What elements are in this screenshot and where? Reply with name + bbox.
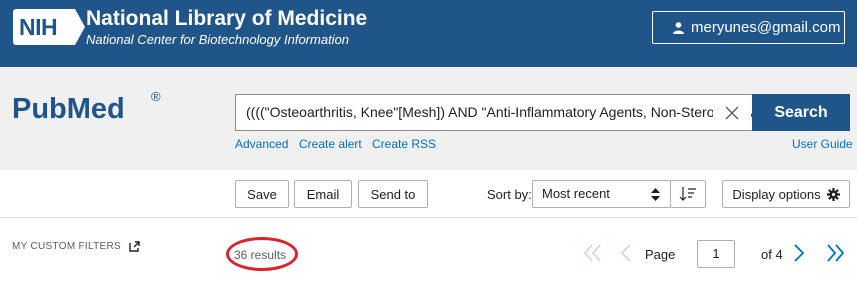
ncbi-subtitle: National Center for Biotechnology Inform… — [86, 32, 350, 47]
advanced-search-link[interactable]: Advanced — [235, 137, 288, 151]
sort-descending-icon — [679, 187, 696, 201]
clear-search-button[interactable] — [713, 95, 751, 130]
create-alert-link[interactable]: Create alert — [299, 137, 362, 151]
create-rss-link[interactable]: Create RSS — [372, 137, 436, 151]
close-icon — [725, 106, 739, 119]
search-button[interactable]: Search — [752, 94, 850, 131]
highlight-circle — [226, 237, 298, 271]
sort-by-label: Sort by: — [487, 187, 532, 202]
nih-logo-arrow — [75, 9, 85, 45]
display-options-label: Display options — [732, 186, 821, 202]
total-pages: of 4 — [761, 247, 783, 262]
search-input[interactable]: (((("Osteoarthritis, Knee"[Mesh]) AND "A… — [235, 94, 752, 131]
search-section: PubMed ® (((("Osteoarthritis, Knee"[Mesh… — [0, 67, 857, 170]
user-icon — [673, 21, 684, 34]
sort-order-button[interactable] — [670, 180, 706, 208]
sort-value: Most recent — [542, 186, 610, 201]
registered-mark: ® — [151, 89, 161, 104]
user-email: meryunes@gmail.com — [691, 19, 841, 36]
external-link-icon — [129, 241, 140, 252]
nlm-title[interactable]: National Library of Medicine — [86, 7, 367, 31]
email-button[interactable]: Email — [294, 180, 352, 208]
nih-logo-text: NIH — [19, 14, 58, 40]
results-toolbar: Save Email Send to Sort by: Most recent … — [0, 170, 857, 218]
page-label: Page — [645, 247, 676, 262]
gear-icon — [826, 187, 840, 201]
last-page-icon[interactable] — [826, 243, 844, 263]
page-number-input[interactable]: 1 — [697, 240, 735, 268]
send-to-button[interactable]: Send to — [358, 180, 428, 208]
sort-arrows-icon — [651, 188, 660, 201]
my-custom-filters[interactable]: MY CUSTOM FILTERS — [12, 241, 140, 252]
user-guide-link[interactable]: User Guide — [792, 137, 853, 151]
custom-filters-label: MY CUSTOM FILTERS — [12, 241, 122, 252]
first-page-icon[interactable] — [584, 243, 602, 263]
user-account-button[interactable]: meryunes@gmail.com — [652, 11, 845, 44]
nih-logo[interactable]: NIH — [13, 9, 75, 45]
nih-header: NIH National Library of Medicine Nationa… — [0, 0, 857, 67]
pubmed-logo-text: PubMed — [12, 93, 125, 125]
next-page-icon[interactable] — [793, 243, 805, 263]
save-button[interactable]: Save — [235, 180, 289, 208]
pubmed-logo[interactable]: PubMed ® — [12, 89, 161, 126]
display-options-button[interactable]: Display options — [722, 180, 850, 208]
previous-page-icon[interactable] — [620, 243, 632, 263]
sort-select[interactable]: Most recent — [532, 180, 671, 208]
